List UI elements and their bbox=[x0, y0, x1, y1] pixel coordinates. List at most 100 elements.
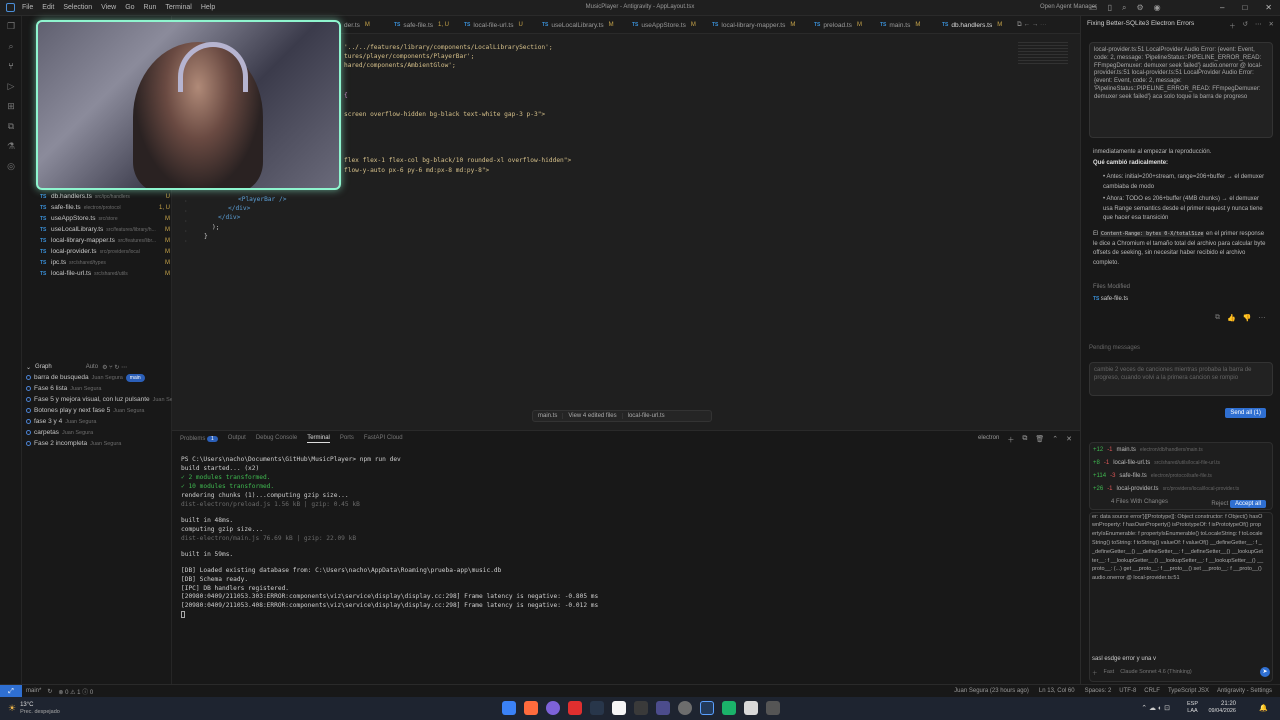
graph-commit[interactable]: Fase 5 y mejora visual, con luz pulsante… bbox=[26, 394, 184, 405]
tab-file[interactable]: TS local-library-mapper.ts M bbox=[712, 16, 795, 34]
change-item[interactable]: +8 -1 local-file-url.ts src/shared/utils/lo… bbox=[1093, 457, 1269, 469]
file-item[interactable]: TS db.handlers.ts src/ipc/handlers U bbox=[40, 191, 170, 202]
menu-file[interactable]: File bbox=[22, 4, 33, 11]
tab-file[interactable]: TS safe-file.ts 1, U bbox=[394, 16, 449, 34]
file-item[interactable]: TS useAppStore.ts src/store M bbox=[40, 213, 170, 224]
cursor-position[interactable]: Ln 13, Col 60 bbox=[1039, 688, 1075, 694]
notification-icon[interactable]: 🔔 bbox=[1259, 704, 1268, 712]
change-item[interactable]: +26 -1 local-provider.ts src/providers/loca… bbox=[1093, 483, 1269, 495]
menu-selection[interactable]: Selection bbox=[63, 4, 92, 11]
close-panel-icon[interactable]: ✕ bbox=[1066, 435, 1072, 445]
tab-terminal[interactable]: Terminal bbox=[307, 435, 330, 443]
more-icon[interactable]: ⋯ bbox=[1258, 314, 1265, 322]
file-item[interactable]: TS ipc.ts src/shared/types M bbox=[40, 257, 170, 268]
fast-mode-toggle[interactable]: Fast bbox=[1104, 669, 1115, 677]
remote-icon[interactable]: ⧉ bbox=[0, 116, 22, 136]
explorer-icon[interactable]: ❐ bbox=[0, 16, 22, 36]
send-icon[interactable]: ➤ bbox=[1260, 667, 1270, 677]
run-debug-icon[interactable]: ▷ bbox=[0, 76, 22, 96]
layout-icon[interactable]: ▭ bbox=[1090, 3, 1098, 13]
tab-file[interactable]: TS main.ts M bbox=[880, 16, 920, 34]
brave-browser-icon[interactable] bbox=[524, 701, 538, 715]
tab-fastapi-cloud[interactable]: FastAPI Cloud bbox=[364, 435, 403, 443]
weather-widget[interactable]: 13°C Prec. despejado bbox=[20, 702, 60, 716]
encoding[interactable]: UTF-8 bbox=[1119, 688, 1136, 694]
send-all-button[interactable]: Send all (1) bbox=[1225, 408, 1266, 418]
menu-view[interactable]: View bbox=[101, 4, 116, 11]
maximize-icon[interactable]: □ bbox=[1242, 3, 1247, 12]
sync-icon[interactable]: ↻ bbox=[47, 688, 52, 695]
chat-input-box[interactable]: local-provider.ts:51 LocalProvider Audio… bbox=[1089, 512, 1273, 682]
menu-go[interactable]: Go bbox=[125, 4, 134, 11]
menu-run[interactable]: Run bbox=[144, 4, 157, 11]
minimize-icon[interactable]: – bbox=[1220, 3, 1224, 12]
file-item[interactable]: TS local-file-url.ts src/shared/utils M bbox=[40, 268, 170, 279]
app-icon[interactable] bbox=[568, 701, 582, 715]
graph-header[interactable]: ⌄ Graph Auto ⚙ ⑂ ↻ ⋯ bbox=[26, 362, 170, 372]
model-selector[interactable]: Claude Sonnet 4.6 (Thinking) bbox=[1120, 669, 1192, 677]
file-item[interactable]: TS local-provider.ts src/providers/local… bbox=[40, 246, 170, 257]
minimap[interactable] bbox=[1018, 42, 1068, 64]
diff-prev-file[interactable]: main.ts bbox=[533, 413, 564, 419]
add-icon[interactable]: ＋ bbox=[1229, 20, 1236, 30]
graph-commit[interactable]: carpetas Juan Segura bbox=[26, 427, 93, 438]
tray-icons[interactable]: ⌃ ☁ ◐ ⊡ bbox=[1141, 704, 1170, 712]
accept-all-button[interactable]: Accept all bbox=[1229, 500, 1266, 508]
graph-actions-icon[interactable]: ⚙ ⑂ ↻ ⋯ bbox=[102, 364, 127, 371]
antigravity-icon[interactable] bbox=[700, 701, 714, 715]
app-icon[interactable] bbox=[546, 701, 560, 715]
pending-message[interactable]: cambie 2 veces de canciones mientras pro… bbox=[1089, 362, 1273, 396]
tab-output[interactable]: Output bbox=[228, 435, 246, 443]
change-item[interactable]: +114 -3 safe-file.ts electron/protocol/safe… bbox=[1093, 470, 1269, 482]
start-menu-icon[interactable] bbox=[502, 701, 516, 715]
more-icon[interactable]: ⋯ bbox=[1255, 20, 1262, 30]
tab-file[interactable]: TS useAppStore.ts M bbox=[632, 16, 696, 34]
indentation[interactable]: Spaces: 2 bbox=[1085, 688, 1112, 694]
eol[interactable]: CRLF bbox=[1144, 688, 1160, 694]
app-icon[interactable] bbox=[766, 701, 780, 715]
add-terminal-icon[interactable]: ＋ bbox=[1007, 435, 1014, 445]
split-terminal-icon[interactable]: ⧉ bbox=[1022, 435, 1027, 445]
tab-debug-console[interactable]: Debug Console bbox=[256, 435, 297, 443]
app-icon[interactable] bbox=[678, 701, 692, 715]
tab-file[interactable]: TS useLocalLibrary.ts M bbox=[542, 16, 614, 34]
close-icon[interactable]: ✕ bbox=[1269, 20, 1274, 30]
file-item[interactable]: TS local-library-mapper.ts src/features/… bbox=[40, 235, 170, 246]
tab-file[interactable]: der.ts M bbox=[344, 16, 370, 34]
panel-icon[interactable]: ▯ bbox=[1108, 3, 1112, 13]
view-edited-files-button[interactable]: View 4 edited files bbox=[563, 413, 623, 419]
account-icon[interactable]: ◉ bbox=[1154, 3, 1161, 13]
language-indicator[interactable]: ESP LAA bbox=[1187, 701, 1198, 715]
history-icon[interactable]: ↺ bbox=[1243, 20, 1248, 30]
agent-icon[interactable]: ◎ bbox=[0, 156, 22, 176]
app-icon[interactable] bbox=[612, 701, 626, 715]
diff-next-file[interactable]: local-file-url.ts bbox=[623, 413, 670, 419]
maximize-panel-icon[interactable]: ⌃ bbox=[1052, 435, 1058, 445]
steam-icon[interactable] bbox=[590, 701, 604, 715]
change-item[interactable]: +12 -1 main.ts electron/db/handlers/main.ts bbox=[1093, 444, 1269, 456]
draft-input[interactable]: sasl esdge error y una v bbox=[1092, 656, 1156, 662]
extensions-icon[interactable]: ⊞ bbox=[0, 96, 22, 116]
app-icon[interactable] bbox=[656, 701, 670, 715]
tab-file[interactable]: TS preload.ts M bbox=[814, 16, 862, 34]
testing-icon[interactable]: ⚗ bbox=[0, 136, 22, 156]
terminal-shell-label[interactable]: electron bbox=[978, 435, 999, 445]
settings-link[interactable]: Antigravity - Settings bbox=[1217, 688, 1272, 694]
menu-terminal[interactable]: Terminal bbox=[165, 4, 191, 11]
search-icon[interactable]: ⌕ bbox=[0, 36, 22, 56]
thumbs-down-icon[interactable]: 👎 bbox=[1243, 314, 1252, 322]
tab-problems[interactable]: Problems 1 bbox=[180, 435, 218, 443]
source-control-icon[interactable]: ⑂ bbox=[0, 56, 22, 76]
graph-commit[interactable]: Botones play y next fase 5 Juan Segura bbox=[26, 405, 144, 416]
app-icon[interactable] bbox=[634, 701, 648, 715]
clock[interactable]: 21:20 09/04/2026 bbox=[1208, 701, 1236, 715]
menu-edit[interactable]: Edit bbox=[42, 4, 54, 11]
open-agent-manager-button[interactable]: Open Agent Manager bbox=[1040, 4, 1097, 10]
trash-icon[interactable]: 🗑 bbox=[1035, 435, 1044, 445]
copy-icon[interactable]: ⧉ bbox=[1215, 314, 1220, 322]
file-item[interactable]: TS useLocalLibrary.ts src/features/libra… bbox=[40, 224, 170, 235]
tab-ports[interactable]: Ports bbox=[340, 435, 354, 443]
search-icon[interactable]: ⌕ bbox=[1122, 3, 1126, 13]
graph-commit[interactable]: fase 3 y 4 Juan Segura bbox=[26, 416, 96, 427]
git-blame[interactable]: Juan Segura (23 hours ago) bbox=[954, 688, 1029, 694]
